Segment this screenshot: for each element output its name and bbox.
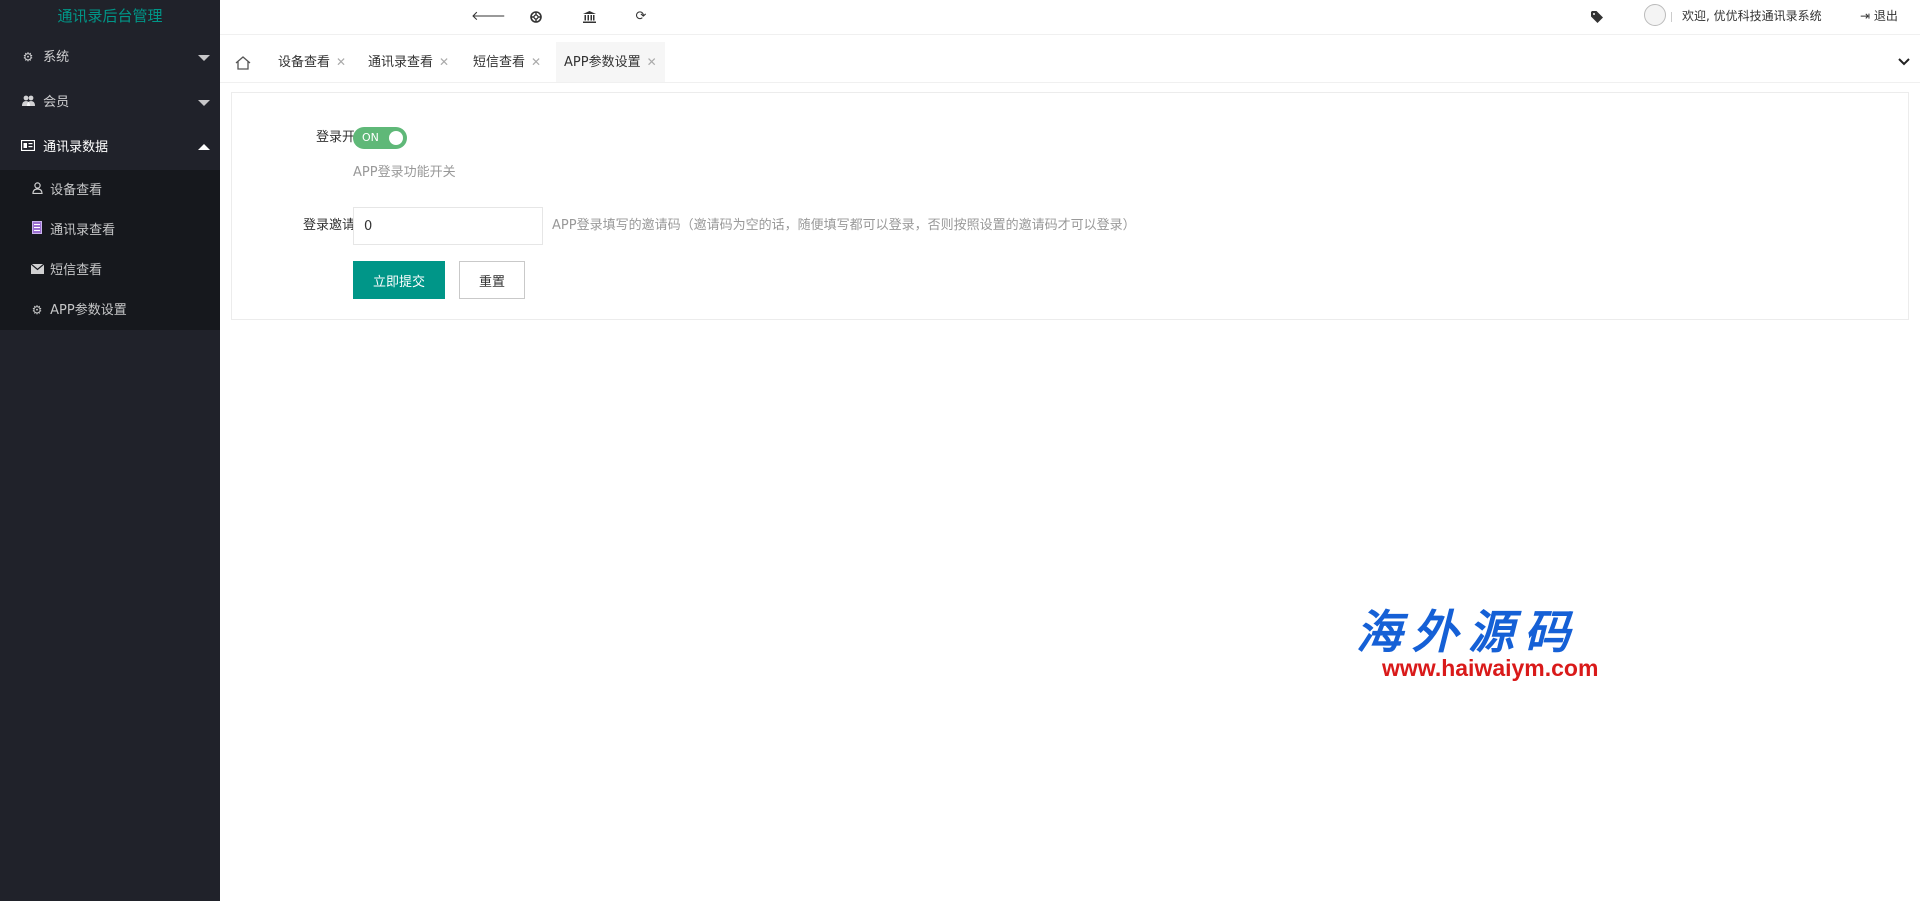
sidebar-item-app-settings[interactable]: ⚙ APP参数设置	[0, 290, 220, 330]
tab-label: 通讯录查看	[368, 55, 434, 70]
watermark-url: www.haiwaiym.com	[1382, 655, 1599, 681]
support-icon[interactable]	[521, 0, 551, 35]
tab-label: 设备查看	[278, 55, 331, 70]
caret-up-icon	[198, 144, 210, 150]
close-icon[interactable]: ✕	[336, 55, 346, 69]
invite-code-input[interactable]	[353, 207, 543, 245]
logout-button[interactable]: ⇥ 退出	[1860, 0, 1898, 35]
address-book-icon	[30, 210, 44, 250]
sidebar-item-label: 设备查看	[50, 183, 103, 198]
envelope-icon	[30, 250, 44, 290]
app-logo[interactable]: 通讯录后台管理	[0, 0, 220, 35]
caret-down-icon	[198, 55, 210, 61]
avatar[interactable]	[1644, 4, 1666, 26]
close-icon[interactable]: ✕	[647, 55, 657, 69]
settings-card: 登录开关 ON APP登录功能开关 登录邀请码 APP登录填写的邀请码（邀请码为…	[231, 92, 1909, 320]
sidebar-group-members[interactable]: 会员	[0, 80, 220, 125]
sidebar-group-system[interactable]: ⚙ 系统	[0, 35, 220, 80]
users-icon	[20, 80, 36, 125]
sidebar-group-label: 系统	[43, 50, 70, 65]
id-card-icon	[20, 125, 36, 170]
header-separator	[1671, 12, 1672, 22]
caret-down-icon	[198, 100, 210, 106]
tab-label: APP参数设置	[564, 55, 641, 70]
top-header: 🡐 ⟳ 欢迎, 优优科技通讯录系统 ⇥ 退出	[220, 0, 1920, 35]
tab-contacts-view[interactable]: 通讯录查看 ✕	[368, 42, 449, 82]
switch-knob	[389, 131, 403, 145]
sidebar-item-contacts-view[interactable]: 通讯录查看	[0, 210, 220, 250]
tab-device-view[interactable]: 设备查看 ✕	[278, 42, 346, 82]
sidebar-group-contacts-data[interactable]: 通讯录数据	[0, 125, 220, 170]
sidebar-subnav: 设备查看 通讯录查看 短信查看 ⚙ APP参数设置	[0, 170, 220, 330]
switch-state-text: ON	[362, 131, 379, 144]
submit-button[interactable]: 立即提交	[353, 261, 445, 299]
tab-bar: 设备查看 ✕ 通讯录查看 ✕ 短信查看 ✕ APP参数设置 ✕	[220, 42, 1920, 83]
gear-icon: ⚙	[22, 50, 34, 64]
invite-code-help: APP登录填写的邀请码（邀请码为空的话，随便填写都可以登录，否则按照设置的邀请码…	[552, 218, 1136, 233]
login-switch-label: 登录开关	[315, 130, 368, 145]
bank-icon[interactable]	[574, 0, 604, 35]
home-icon[interactable]	[230, 42, 256, 82]
refresh-icon[interactable]: ⟳	[626, 0, 656, 35]
welcome-text[interactable]: 欢迎, 优优科技通讯录系统	[1682, 0, 1822, 35]
login-switch-help: APP登录功能开关	[353, 165, 456, 180]
reset-button[interactable]: 重置	[459, 261, 525, 299]
sidebar-item-label: APP参数设置	[50, 303, 127, 318]
close-icon[interactable]: ✕	[439, 55, 449, 69]
close-icon[interactable]: ✕	[531, 55, 541, 69]
chevron-down-icon[interactable]	[1898, 42, 1910, 82]
gear-icon: ⚙	[31, 303, 43, 317]
sidebar-item-label: 短信查看	[50, 263, 103, 278]
sidebar-item-label: 通讯录查看	[50, 223, 116, 238]
tab-sms-view[interactable]: 短信查看 ✕	[473, 42, 541, 82]
watermark-chinese: 海外源码	[1356, 605, 1580, 659]
tab-label: 短信查看	[473, 55, 526, 70]
logout-icon: ⇥	[1860, 9, 1871, 23]
logout-label: 退出	[1873, 9, 1898, 23]
tab-app-settings[interactable]: APP参数设置 ✕	[556, 42, 665, 82]
sidebar: 通讯录后台管理 ⚙ 系统 会员 通讯录数据 设备查看 通讯录查看 短信查看 ⚙ …	[0, 0, 220, 901]
sidebar-item-sms-view[interactable]: 短信查看	[0, 250, 220, 290]
sidebar-group-label: 会员	[43, 95, 70, 110]
sidebar-group-label: 通讯录数据	[43, 140, 109, 155]
login-switch[interactable]: ON	[353, 127, 407, 149]
tag-icon[interactable]	[1582, 0, 1612, 35]
back-arrow-icon[interactable]: 🡐	[471, 0, 506, 35]
sidebar-item-device-view[interactable]: 设备查看	[0, 170, 220, 210]
user-icon	[30, 170, 44, 210]
invite-code-label: 登录邀请码	[302, 218, 368, 233]
